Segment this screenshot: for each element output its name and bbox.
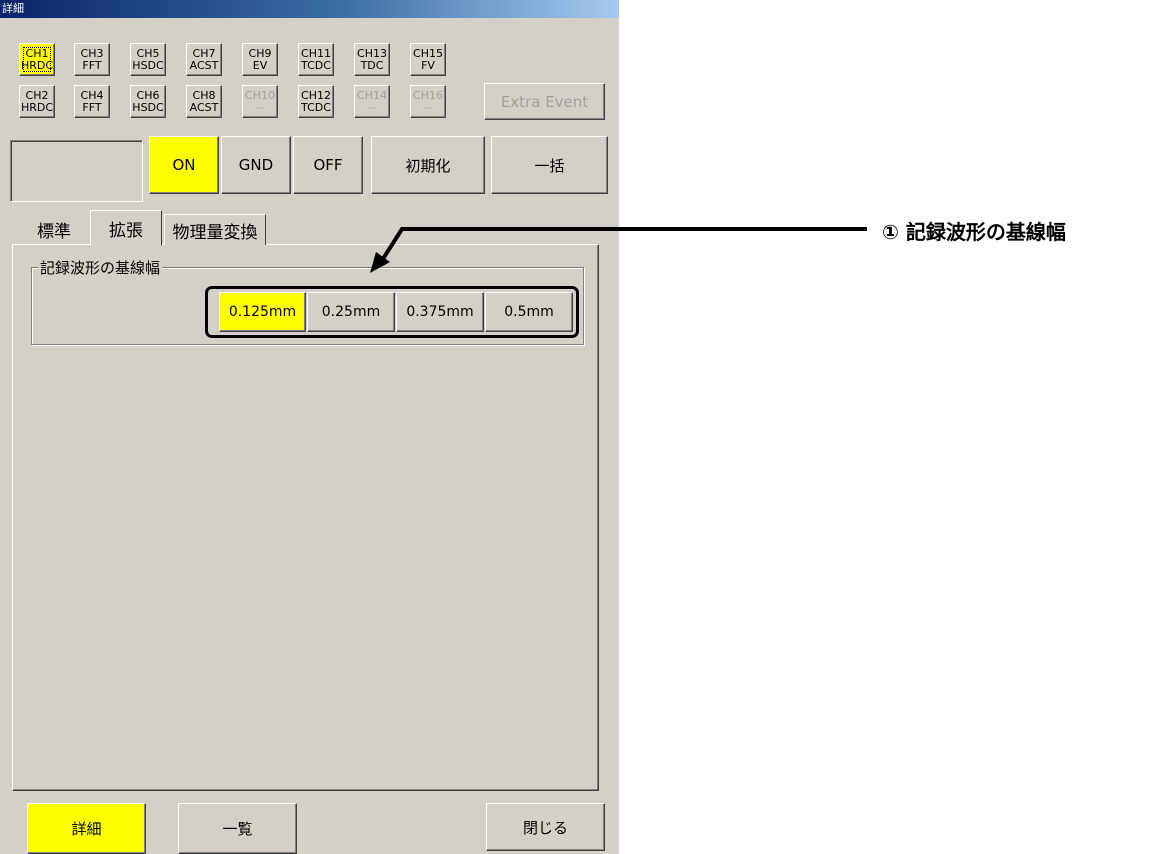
callout-label: ① 記録波形の基線幅 — [882, 220, 1066, 244]
callout-line — [379, 227, 867, 264]
callout-arrow — [370, 227, 867, 273]
